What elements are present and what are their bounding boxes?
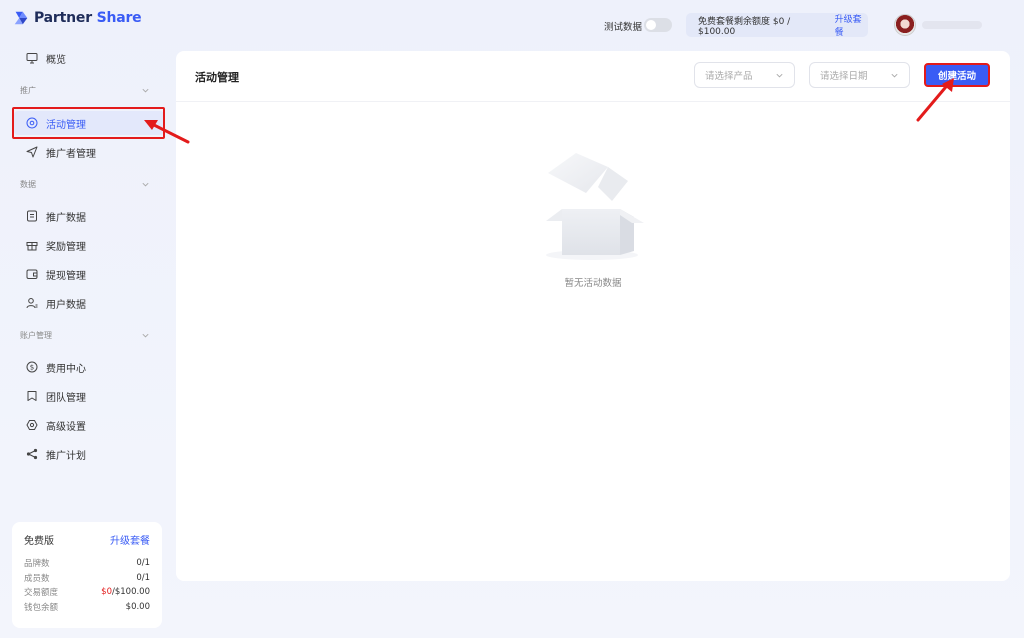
sidebar-item-promo-plan[interactable]: 推广计划 — [14, 442, 164, 466]
sidebar-group-data[interactable]: 数据 — [20, 177, 150, 191]
bookmark-icon — [27, 391, 37, 401]
test-data-label: 测试数据 — [604, 22, 643, 33]
sidebar-item-label: 推广计划 — [46, 450, 86, 462]
sidebar-item-user-data[interactable]: 用户数据 — [14, 291, 164, 315]
username-redacted[interactable] — [922, 21, 982, 29]
sidebar-item-label: 用户数据 — [46, 299, 86, 311]
partnershare-logo-icon — [14, 11, 28, 25]
sidebar-item-label: 奖励管理 — [46, 241, 86, 253]
plan-row-brands: 品牌数 0/1 — [24, 558, 150, 570]
sidebar-item-label: 提现管理 — [46, 270, 86, 282]
create-campaign-button[interactable]: 创建活动 — [924, 63, 990, 87]
sidebar-item-campaigns[interactable]: 活动管理 — [14, 111, 164, 135]
quota-text: 免费套餐剩余额度 $0 / $100.00 — [698, 16, 791, 37]
sidebar-item-promo-data[interactable]: 推广数据 — [14, 204, 164, 228]
sidebar-item-label: 高级设置 — [46, 421, 86, 433]
brand-name: Partner Share — [34, 10, 142, 26]
sidebar-item-overview[interactable]: 概览 — [14, 46, 164, 70]
dollar-icon: $ — [26, 361, 38, 373]
quota-banner: 免费套餐剩余额度 $0 / $100.00 升级套餐 — [686, 12, 868, 38]
empty-box-icon — [546, 153, 644, 260]
sidebar-item-label: 费用中心 — [46, 363, 86, 375]
share-icon — [26, 448, 38, 460]
sidebar-item-label: 推广数据 — [46, 212, 86, 224]
gift-icon — [26, 242, 38, 251]
target-icon — [26, 117, 38, 129]
plan-name: 免费版 — [24, 536, 54, 547]
sidebar-item-billing[interactable]: $ 费用中心 — [14, 355, 164, 379]
sidebar-item-promoters[interactable]: 推广者管理 — [14, 140, 164, 164]
send-icon — [26, 146, 38, 158]
sidebar: Partner Share 概览 推广 活动管理 推广者管理 数据 推广数据 奖… — [0, 0, 172, 638]
main-panel: 活动管理 请选择产品 请选择日期 创建活动 暂无活动数据 — [176, 51, 1010, 581]
sidebar-item-withdrawals[interactable]: 提现管理 — [14, 262, 164, 286]
empty-state-text: 暂无活动数据 — [564, 278, 622, 289]
product-select[interactable]: 请选择产品 — [694, 62, 795, 88]
sidebar-item-team[interactable]: 团队管理 — [14, 384, 164, 408]
brand-logo[interactable]: Partner Share — [12, 8, 142, 28]
user-icon — [26, 298, 38, 309]
avatar[interactable] — [894, 14, 916, 36]
date-select[interactable]: 请选择日期 — [809, 62, 910, 88]
upgrade-plan-link[interactable]: 升级套餐 — [110, 532, 150, 547]
wallet-icon — [26, 269, 38, 279]
header-divider — [176, 101, 1010, 102]
sidebar-item-label: 团队管理 — [46, 392, 86, 404]
sidebar-item-label: 活动管理 — [46, 119, 86, 131]
sidebar-item-label: 概览 — [46, 54, 66, 66]
sidebar-group-account[interactable]: 账户管理 — [20, 328, 150, 342]
test-data-toggle[interactable] — [644, 18, 672, 32]
hexagon-icon — [26, 420, 38, 430]
svg-text:$: $ — [30, 364, 34, 372]
plan-row-wallet-balance: 钱包余额 $0.00 — [24, 601, 150, 613]
sidebar-item-rewards[interactable]: 奖励管理 — [14, 233, 164, 257]
sidebar-item-label: 推广者管理 — [46, 148, 96, 160]
sidebar-item-advanced-settings[interactable]: 高级设置 — [14, 413, 164, 437]
page-title: 活动管理 — [195, 71, 239, 84]
chevron-down-icon — [142, 88, 149, 92]
topbar: 测试数据 免费套餐剩余额度 $0 / $100.00 升级套餐 — [172, 0, 1024, 50]
sidebar-group-promotion[interactable]: 推广 — [20, 83, 150, 97]
chevron-down-icon — [891, 73, 898, 77]
plan-card: 免费版 升级套餐 品牌数 0/1 成员数 0/1 交易额度 $0/$100.00 钱包… — [12, 522, 162, 628]
plan-row-transaction-quota: 交易额度 $0/$100.00 — [24, 587, 150, 599]
chevron-down-icon — [776, 73, 783, 77]
document-icon — [27, 210, 37, 222]
upgrade-plan-link[interactable]: 升级套餐 — [835, 12, 868, 38]
chevron-down-icon — [142, 182, 149, 186]
chevron-down-icon — [142, 333, 149, 337]
monitor-icon — [26, 53, 38, 64]
plan-row-members: 成员数 0/1 — [24, 572, 150, 584]
